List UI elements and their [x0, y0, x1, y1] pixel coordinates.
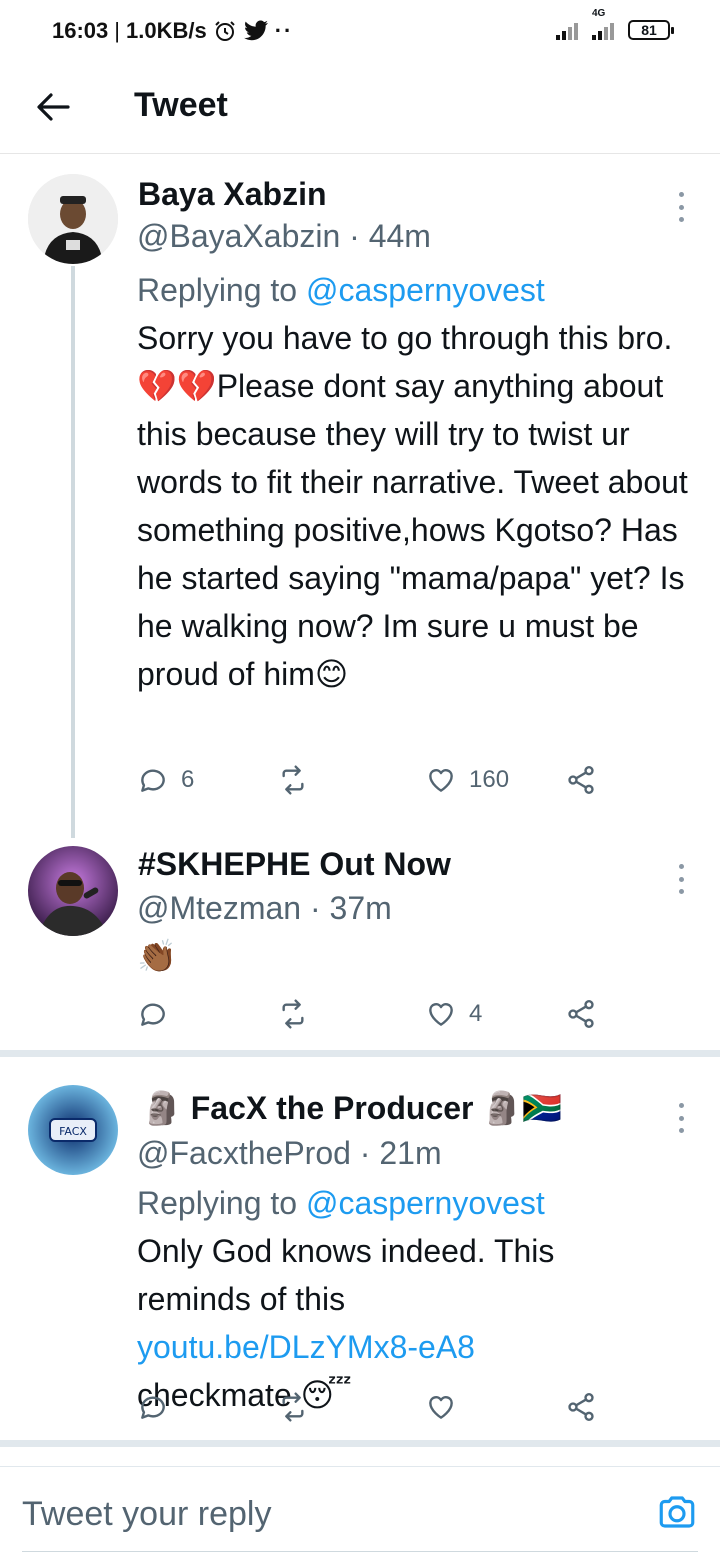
broken-heart-emoji: 💔 — [137, 368, 177, 404]
avatar-image — [28, 846, 118, 936]
tweet-actions: 4 — [137, 994, 617, 1034]
avatar-image: FACX — [28, 1085, 118, 1175]
like-button[interactable] — [425, 1387, 469, 1427]
reply-underline — [22, 1551, 698, 1552]
thread-divider — [0, 1440, 720, 1447]
signal-4g-icon: 4G — [592, 8, 614, 40]
heart-icon — [429, 769, 453, 792]
share-button[interactable] — [565, 1387, 597, 1427]
status-speed: 1.0KB/s — [126, 18, 207, 43]
status-left: 16:03 | 1.0KB/s ·· — [52, 18, 293, 44]
tweet-3[interactable]: FACX 🗿 FacX the Producer 🗿🇿🇦 @FacxthePro… — [0, 1057, 720, 1437]
more-options-button[interactable] — [672, 192, 690, 222]
status-bar: 16:03 | 1.0KB/s ·· 4G 81 — [0, 0, 720, 66]
replying-to: Replying to @caspernyovest — [137, 272, 545, 309]
alarm-icon — [215, 21, 235, 41]
thread-line — [71, 266, 75, 838]
reply-input[interactable] — [22, 1489, 622, 1539]
reply-button[interactable]: 6 — [137, 760, 194, 800]
share-button[interactable] — [565, 760, 597, 800]
like-count: 4 — [469, 1000, 483, 1027]
retweet-icon — [282, 1392, 304, 1422]
retweet-button[interactable] — [277, 760, 321, 800]
avatar[interactable] — [28, 846, 118, 936]
author-handle-time[interactable]: @BayaXabzin · 44m — [137, 218, 431, 255]
tweet-actions: 6 160 — [137, 760, 617, 800]
retweet-button[interactable] — [277, 1387, 321, 1427]
reply-icon — [141, 769, 165, 792]
reply-composer — [0, 1466, 720, 1560]
back-button[interactable] — [30, 84, 76, 130]
author-handle-time[interactable]: @Mtezman · 37m — [137, 890, 392, 927]
signal-2-bars — [592, 20, 614, 40]
author-name[interactable]: 🗿 FacX the Producer 🗿🇿🇦 — [142, 1089, 562, 1127]
page-title: Tweet — [134, 86, 228, 124]
author-name-text: FacX the Producer — [190, 1090, 474, 1126]
reply-count: 6 — [181, 766, 195, 793]
tweet-text-part-1: Only God knows indeed. This reminds of t… — [137, 1233, 555, 1317]
status-more-dots: ·· — [274, 18, 294, 43]
reply-button[interactable] — [137, 994, 181, 1034]
arrow-left-icon — [37, 93, 70, 121]
replying-handle-link[interactable]: @caspernyovest — [306, 272, 545, 308]
retweet-icon — [282, 765, 304, 795]
tweet-actions — [137, 1387, 617, 1427]
retweet-icon — [282, 999, 304, 1029]
youtube-link[interactable]: youtu.be/DLzYMx8-eA8 — [137, 1329, 475, 1365]
tweet-2[interactable]: #SKHEPHE Out Now @Mtezman · 37m 👏🏾 4 — [0, 834, 720, 1050]
share-icon — [568, 766, 594, 794]
tweet-1[interactable]: Baya Xabzin @BayaXabzin · 44m Replying t… — [0, 154, 720, 838]
avatar-text: FACX — [59, 1125, 87, 1138]
tweet-text-part-1: Sorry you have to go through this bro. — [137, 320, 673, 356]
network-label: 4G — [592, 8, 606, 19]
bird-icon — [243, 20, 268, 41]
avatar-image — [28, 174, 118, 264]
tweet-text: 👏🏾 — [137, 938, 177, 974]
reply-icon — [141, 1396, 165, 1419]
moai-flag-emoji: 🗿🇿🇦 — [482, 1090, 563, 1126]
avatar[interactable]: FACX — [28, 1085, 118, 1175]
signal-1-icon — [556, 20, 578, 40]
heart-icon — [429, 1003, 453, 1026]
share-button[interactable] — [565, 994, 597, 1034]
retweet-button[interactable] — [277, 994, 321, 1034]
replying-handle-link[interactable]: @caspernyovest — [306, 1185, 545, 1221]
battery-level: 81 — [641, 22, 657, 38]
status-separator: | — [114, 18, 120, 43]
more-options-button[interactable] — [672, 1103, 690, 1133]
replying-prefix: Replying to — [137, 1185, 306, 1221]
tweet-text: Sorry you have to go through this bro. 💔… — [137, 314, 697, 698]
like-count: 160 — [469, 766, 510, 793]
share-icon — [568, 1393, 594, 1421]
status-right: 4G 81 — [556, 8, 674, 40]
share-icon — [568, 1000, 594, 1028]
author-name[interactable]: #SKHEPHE Out Now — [138, 846, 451, 883]
smile-emoji: 😊 — [314, 656, 349, 692]
like-button[interactable]: 160 — [425, 760, 509, 800]
replying-prefix: Replying to — [137, 272, 306, 308]
status-time: 16:03 — [52, 18, 109, 43]
tweet-text-part-2: Please dont say anything about this beca… — [137, 368, 688, 692]
heart-icon — [429, 1396, 453, 1419]
camera-icon[interactable] — [656, 1491, 698, 1533]
battery-icon: 81 — [628, 20, 674, 40]
app-header: Tweet — [0, 66, 720, 154]
like-button[interactable]: 4 — [425, 994, 482, 1034]
reply-button[interactable] — [137, 1387, 181, 1427]
moai-emoji: 🗿 — [142, 1090, 182, 1126]
author-name[interactable]: Baya Xabzin — [138, 176, 327, 213]
author-handle-time[interactable]: @FacxtheProd · 21m — [137, 1135, 442, 1172]
broken-heart-emoji-2: 💔 — [176, 368, 217, 404]
more-options-button[interactable] — [672, 864, 690, 894]
avatar[interactable] — [28, 174, 118, 264]
replying-to: Replying to @caspernyovest — [137, 1185, 545, 1222]
reply-icon — [141, 1003, 165, 1026]
thread-divider — [0, 1050, 720, 1057]
